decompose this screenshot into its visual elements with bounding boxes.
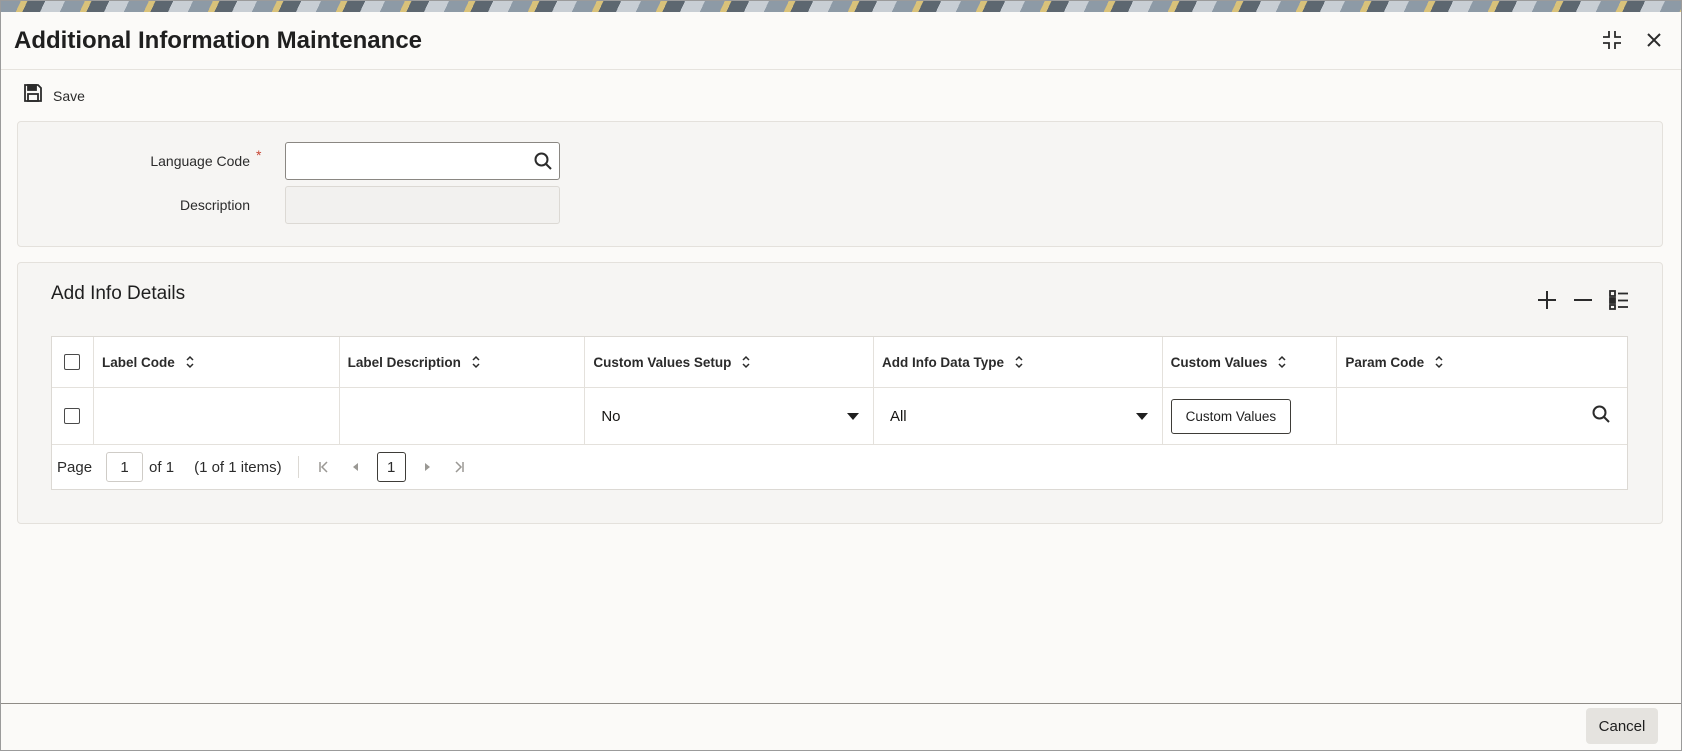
sort-icon[interactable]: [185, 355, 195, 369]
column-header[interactable]: Custom Values: [1163, 337, 1338, 387]
add-info-data-type-select[interactable]: All: [882, 408, 1162, 425]
column-label: Label Description: [347, 354, 461, 370]
search-icon[interactable]: [1591, 404, 1611, 427]
select-all-cell: [52, 337, 94, 387]
first-page-icon[interactable]: [313, 456, 335, 478]
app-window: Additional Information Maintenance Save …: [0, 0, 1682, 751]
page-count: of 1: [149, 458, 175, 476]
column-header[interactable]: Custom Values Setup: [585, 337, 874, 387]
current-page-button[interactable]: 1: [376, 452, 406, 482]
items-count: (1 of 1 items): [194, 458, 282, 476]
column-label: Add Info Data Type: [881, 354, 1004, 370]
save-icon: [23, 83, 43, 108]
page-input[interactable]: 1: [106, 452, 144, 482]
description-field: [285, 186, 560, 224]
custom-values-setup-cell: No: [585, 388, 874, 444]
select-all-checkbox[interactable]: [64, 354, 81, 370]
add-info-table: Label Code Label Description Custom Valu…: [51, 336, 1628, 490]
sort-icon[interactable]: [1434, 355, 1444, 369]
column-label: Param Code: [1345, 354, 1425, 370]
minimize-icon[interactable]: [1599, 27, 1625, 53]
label-description-cell[interactable]: [340, 388, 586, 444]
footer-divider: [1, 703, 1681, 704]
save-button[interactable]: Save: [23, 83, 85, 108]
column-label: Custom Values: [1170, 354, 1268, 370]
section-title: Add Info Details: [51, 283, 186, 304]
custom-values-button[interactable]: Custom Values: [1170, 398, 1292, 434]
add-row-icon[interactable]: [1534, 287, 1560, 313]
search-icon[interactable]: [531, 149, 555, 173]
param-code-cell[interactable]: [1337, 388, 1627, 444]
sort-icon[interactable]: [1014, 355, 1024, 369]
custom-values-cell: Custom Values: [1163, 388, 1338, 444]
pager-divider: [297, 456, 299, 478]
cancel-button[interactable]: Cancel: [1586, 708, 1658, 744]
column-header[interactable]: Label Description: [340, 337, 586, 387]
last-page-icon[interactable]: [448, 456, 470, 478]
select-value: All: [889, 407, 907, 425]
header-form-panel: Language Code * Description: [17, 121, 1663, 247]
language-code-label: Language Code: [150, 153, 250, 169]
pagination: Page 1 of 1 (1 of 1 items) 1: [52, 445, 1627, 489]
column-label: Custom Values Setup: [593, 354, 732, 370]
select-value: No: [601, 407, 621, 425]
sort-icon[interactable]: [1277, 355, 1287, 369]
close-icon[interactable]: [1641, 27, 1667, 53]
language-code-input[interactable]: [285, 142, 560, 180]
previous-page-icon[interactable]: [345, 456, 367, 478]
single-view-icon[interactable]: [1606, 287, 1632, 313]
page-label: Page: [57, 458, 93, 476]
row-select-cell: [52, 388, 94, 444]
dropdown-arrow-icon: [846, 412, 859, 420]
dropdown-arrow-icon: [1135, 412, 1148, 420]
column-header[interactable]: Label Code: [94, 337, 340, 387]
next-page-icon[interactable]: [416, 456, 438, 478]
label-code-cell[interactable]: [94, 388, 340, 444]
page-title: Additional Information Maintenance: [14, 27, 423, 54]
row-checkbox[interactable]: [64, 408, 81, 424]
custom-values-setup-select[interactable]: No: [593, 408, 873, 425]
sort-icon[interactable]: [471, 355, 481, 369]
required-marker: *: [256, 147, 262, 163]
table-row: No All Custom Values: [52, 388, 1627, 445]
add-info-panel: Add Info Details Label Code Label Descri…: [17, 262, 1663, 524]
header-divider: [1, 69, 1681, 70]
table-header: Label Code Label Description Custom Valu…: [52, 337, 1627, 388]
sort-icon[interactable]: [741, 355, 751, 369]
column-header[interactable]: Param Code: [1337, 337, 1627, 387]
column-header[interactable]: Add Info Data Type: [874, 337, 1163, 387]
column-label: Label Code: [101, 354, 175, 370]
add-info-data-type-cell: All: [874, 388, 1163, 444]
delete-row-icon[interactable]: [1570, 287, 1596, 313]
description-label: Description: [179, 197, 250, 213]
banner-strip: [1, 1, 1681, 12]
table-actions: [1534, 287, 1632, 313]
save-label: Save: [53, 87, 85, 104]
window-controls: [1599, 27, 1667, 53]
